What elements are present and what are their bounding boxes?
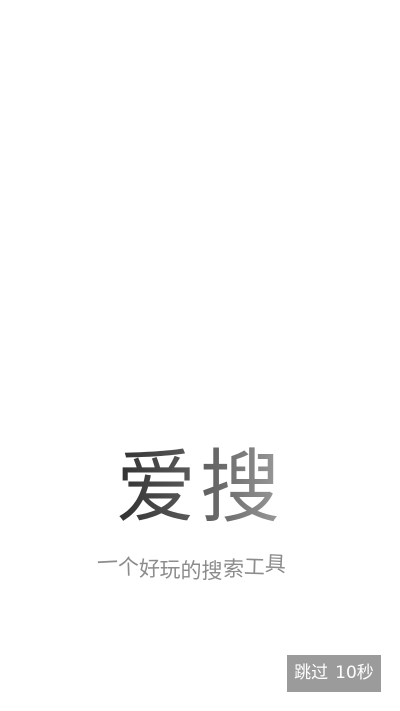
skip-countdown: 10秒 xyxy=(335,663,374,683)
tagline-char: 搜 xyxy=(201,559,223,583)
tagline-char: 玩 xyxy=(159,558,181,582)
skip-button[interactable]: 跳过 10秒 xyxy=(287,655,381,692)
skip-label: 跳过 xyxy=(294,663,329,683)
splash-screen: 爱搜 一个好玩的搜索工具 跳过 10秒 xyxy=(0,0,400,711)
app-logo-text: 爱搜 xyxy=(0,440,400,536)
tagline-char: 索 xyxy=(222,556,244,582)
tagline: 一个好玩的搜索工具 xyxy=(0,548,382,583)
tagline-char: 好 xyxy=(138,556,160,582)
tagline-char: 工 xyxy=(243,554,265,580)
tagline-text: 一个好玩的搜索工具 xyxy=(96,550,286,583)
tagline-char: 一 xyxy=(95,550,119,576)
tagline-char: 的 xyxy=(180,559,202,583)
tagline-char: 具 xyxy=(263,551,287,577)
tagline-char: 个 xyxy=(117,554,139,580)
